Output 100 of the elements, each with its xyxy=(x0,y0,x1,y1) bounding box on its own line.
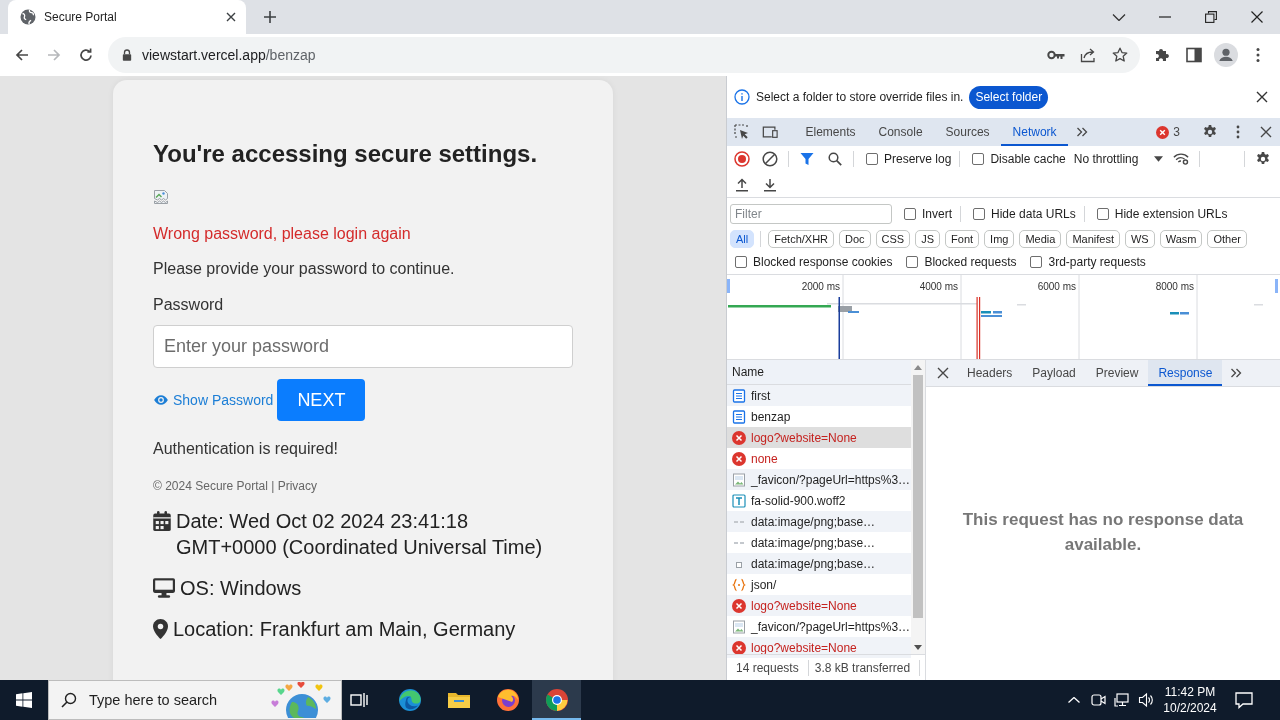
show-password-link[interactable]: Show Password xyxy=(153,392,274,408)
checkbox[interactable] xyxy=(735,256,747,268)
checkbox[interactable] xyxy=(906,256,919,268)
devtools-tab[interactable]: Elements xyxy=(794,118,868,146)
request-row[interactable]: data:image/png;base… xyxy=(727,511,911,532)
checkbox[interactable] xyxy=(1030,256,1043,268)
eye-icon xyxy=(153,394,169,406)
type-filter-chip[interactable]: CSS xyxy=(875,230,911,248)
info-icon xyxy=(734,89,750,105)
error-count-button[interactable]: 3 xyxy=(1150,118,1186,146)
request-row[interactable]: fa-solid-900.woff2 xyxy=(727,490,911,511)
checkbox-label[interactable]: 3rd-party requests xyxy=(1048,255,1146,269)
share-icon xyxy=(1080,47,1096,63)
close-icon xyxy=(1260,126,1272,138)
request-row[interactable]: benzap xyxy=(727,406,911,427)
details-tab[interactable]: Response xyxy=(1148,360,1223,386)
network-icon xyxy=(1114,692,1130,708)
type-filter-chip[interactable]: Media xyxy=(1019,230,1062,248)
type-filter-chip[interactable]: Manifest xyxy=(1066,230,1120,248)
scroll-down-icon[interactable] xyxy=(914,645,922,650)
camera-icon xyxy=(1090,692,1106,708)
request-row[interactable]: logo?website=None xyxy=(727,427,911,448)
plus-icon xyxy=(263,10,277,24)
request-row[interactable]: logo?website=None xyxy=(727,595,911,616)
windows-logo-icon xyxy=(16,692,32,708)
type-filter-chip[interactable]: Fetch/XHR xyxy=(768,230,835,248)
request-row[interactable]: logo?website=None xyxy=(727,637,911,658)
request-row[interactable]: _favicon/?pageUrl=https%3… xyxy=(727,469,911,490)
type-filter-chip[interactable]: All xyxy=(730,230,755,248)
search-icon xyxy=(61,692,77,708)
range-handle[interactable] xyxy=(1275,279,1278,293)
address-bar[interactable]: viewstart.vercel.app/benzap xyxy=(108,37,1140,73)
checkbox[interactable] xyxy=(972,153,985,165)
request-row[interactable]: data:image/png;base… xyxy=(727,532,911,553)
details-tab[interactable]: Headers xyxy=(957,360,1023,386)
name-column-header[interactable]: Name xyxy=(727,360,911,385)
checkbox-label[interactable]: Hide data URLs xyxy=(991,207,1076,221)
checkbox-label[interactable]: Hide extension URLs xyxy=(1114,207,1228,221)
checkbox-label[interactable]: Blocked response cookies xyxy=(753,255,893,269)
type-filter-chip[interactable]: JS xyxy=(915,230,941,248)
devtools-tab[interactable]: Network xyxy=(1001,118,1069,146)
firefox-icon xyxy=(495,688,520,712)
request-row[interactable]: first xyxy=(727,385,911,406)
filter-field[interactable]: Filter xyxy=(730,204,892,224)
clock-date[interactable]: 10/2/2024 xyxy=(1163,700,1217,716)
devices-icon xyxy=(762,124,778,140)
type-filter-chip[interactable]: Img xyxy=(984,230,1015,248)
type-filter-chip[interactable]: Other xyxy=(1207,230,1247,248)
request-row[interactable]: json/ xyxy=(727,574,911,595)
edge-icon xyxy=(397,688,422,712)
devtools-tab[interactable]: Console xyxy=(867,118,935,146)
chrome-taskbar-button[interactable] xyxy=(532,680,581,720)
inspect-icon xyxy=(734,124,750,140)
url-text: viewstart.vercel.app/benzap xyxy=(142,47,317,63)
checkbox[interactable] xyxy=(1096,208,1109,220)
range-handle[interactable] xyxy=(727,279,730,293)
details-tab[interactable]: Preview xyxy=(1085,360,1149,386)
type-filter-chip[interactable]: WS xyxy=(1124,230,1155,248)
next-button[interactable]: NEXT xyxy=(277,379,366,421)
document-icon xyxy=(732,388,746,403)
scrollbar-thumb[interactable] xyxy=(913,375,923,618)
gear-icon xyxy=(1202,124,1218,140)
throttling-dropdown[interactable]: No throttling xyxy=(1069,148,1168,170)
close-icon xyxy=(937,367,949,379)
gear-icon xyxy=(1255,151,1271,167)
prompt-text: Please provide your password to continue. xyxy=(153,259,455,279)
request-row[interactable]: none xyxy=(727,448,911,469)
type-filter-chip[interactable]: Doc xyxy=(839,230,871,248)
broken-image-icon xyxy=(153,189,169,205)
date-text: Date: Wed Oct 02 2024 23:41:18 GMT+0000 (Coordinated Universal Time) xyxy=(176,509,544,560)
type-filter-chip[interactable]: Font xyxy=(945,230,980,248)
checkbox-label[interactable]: Blocked requests xyxy=(924,255,1017,269)
scroll-up-icon[interactable] xyxy=(914,365,922,370)
tick-label: 6000 ms xyxy=(1037,281,1076,292)
taskbar-search-field[interactable]: Type here to search xyxy=(48,680,342,720)
checkbox[interactable] xyxy=(904,208,916,220)
type-filter-chip[interactable]: Wasm xyxy=(1159,230,1203,248)
scrollbar[interactable] xyxy=(911,360,925,654)
browser-tab[interactable]: Secure Portal xyxy=(8,0,246,34)
details-tab[interactable]: Payload xyxy=(1022,360,1086,386)
password-field[interactable]: Enter your password xyxy=(153,325,573,368)
request-row[interactable]: _favicon/?pageUrl=https%3… xyxy=(727,616,911,637)
image-icon xyxy=(732,619,746,634)
error-icon xyxy=(732,598,746,613)
checkbox-label[interactable]: Disable cache xyxy=(990,152,1066,166)
checkbox[interactable] xyxy=(866,153,878,165)
dash-icon xyxy=(734,520,744,523)
request-row[interactable]: data:image/png;base… xyxy=(727,553,911,574)
checkbox-label[interactable]: Invert xyxy=(922,207,952,221)
kebab-menu-icon xyxy=(1236,124,1240,140)
download-icon xyxy=(763,177,777,192)
select-folder-button[interactable]: Select folder xyxy=(969,85,1049,109)
json-icon xyxy=(732,577,746,592)
clock-time[interactable]: 11:42 PM xyxy=(1164,684,1216,700)
devtools-tab[interactable]: Sources xyxy=(934,118,1002,146)
checkbox[interactable] xyxy=(973,208,985,220)
record-icon xyxy=(734,151,750,167)
filter-icon xyxy=(800,152,814,166)
checkbox-label[interactable]: Preserve log xyxy=(884,152,952,166)
key-icon xyxy=(1047,50,1065,60)
